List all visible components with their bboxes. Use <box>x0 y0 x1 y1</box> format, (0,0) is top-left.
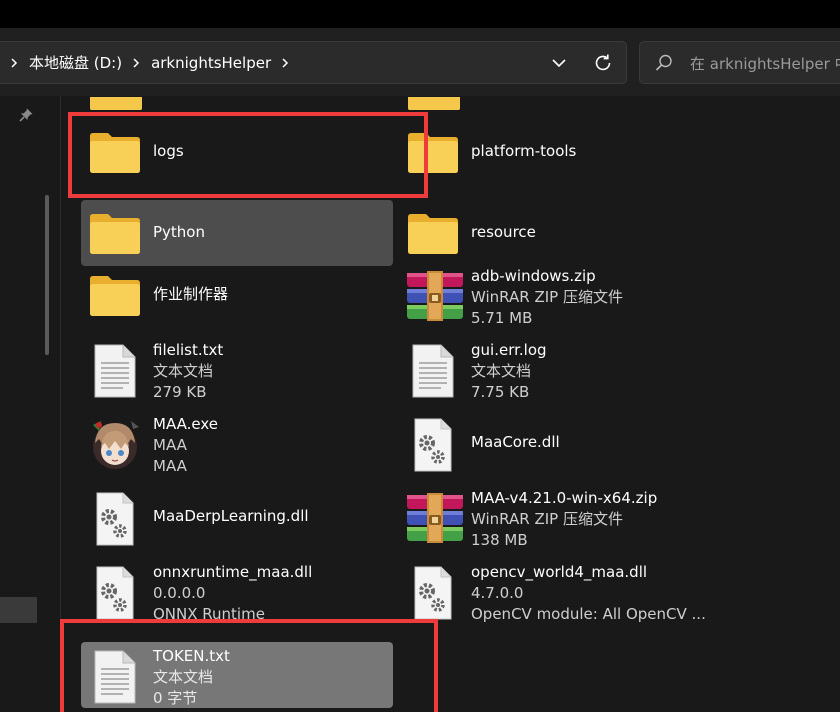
file-name: opencv_world4_maa.dll <box>471 563 648 581</box>
window-top-strip <box>0 0 840 28</box>
file-detail: OpenCV module: All OpenCV ... <box>471 605 706 623</box>
file-item[interactable]: platform-tools <box>399 119 711 185</box>
dll-settings-icon <box>405 417 461 472</box>
file-type: 4.7.0.0 <box>471 584 524 602</box>
file-name: MaaCore.dll <box>471 433 560 451</box>
file-item-text: adb-windows.zip WinRAR ZIP 压缩文件 5.71 MB <box>471 266 623 329</box>
file-item[interactable]: gui.err.log 文本文档 7.75 KB <box>399 336 711 402</box>
breadcrumb-segment-drive[interactable]: 本地磁盘 (D:) <box>29 52 122 73</box>
dll-settings-icon <box>87 565 143 620</box>
breadcrumb-segment-folder[interactable]: arknightsHelper <box>151 54 271 72</box>
file-item[interactable]: 作业制作器 <box>81 262 393 328</box>
file-item-text: MaaCore.dll <box>471 432 560 453</box>
file-type: 文本文档 <box>153 362 214 380</box>
file-item[interactable]: onnxruntime_maa.dll 0.0.0.0 ONNX Runtime <box>81 558 393 624</box>
search-placeholder: 在 arknightsHelper 中搜索 <box>690 55 840 73</box>
file-name: 作业制作器 <box>153 285 229 303</box>
search-icon <box>654 53 674 73</box>
file-name: Python <box>153 223 205 241</box>
file-detail: ONNX Runtime <box>153 605 265 623</box>
file-name: platform-tools <box>471 142 577 160</box>
winrar-archive-icon <box>405 269 463 321</box>
file-detail: 7.75 KB <box>471 383 530 401</box>
file-detail: 138 MB <box>471 531 528 549</box>
file-name: MaaDerpLearning.dll <box>153 507 309 525</box>
file-item[interactable]: MAA.exe MAA MAA <box>81 410 393 476</box>
navigation-scrollbar[interactable] <box>45 195 49 355</box>
file-item[interactable]: MaaCore.dll <box>399 410 711 476</box>
file-name: onnxruntime_maa.dll <box>153 563 313 581</box>
file-item-text: filelist.txt 文本文档 279 KB <box>153 340 223 403</box>
file-item-text: opencv_world4_maa.dll 4.7.0.0 OpenCV modul… <box>471 562 706 625</box>
file-item[interactable]: logs <box>81 119 393 185</box>
file-item-text: TOKEN.txt 文本文档 0 字节 <box>153 646 230 709</box>
file-item[interactable]: MAA-v4.21.0-win-x64.zip WinRAR ZIP 压缩文件 13… <box>399 484 711 550</box>
file-item-text: gui.err.log 文本文档 7.75 KB <box>471 340 547 403</box>
address-bar[interactable]: 本地磁盘 (D:) arknightsHelper <box>0 41 627 84</box>
file-name: resource <box>471 223 536 241</box>
file-type: 文本文档 <box>153 668 214 686</box>
file-type: MAA <box>153 436 187 454</box>
file-item-text: 作业制作器 <box>153 284 228 305</box>
file-item-text: onnxruntime_maa.dll 0.0.0.0 ONNX Runtime <box>153 562 312 625</box>
folder-icon <box>87 269 143 321</box>
file-detail: MAA <box>153 457 187 475</box>
text-document-icon <box>87 343 143 398</box>
file-type: WinRAR ZIP 压缩文件 <box>471 510 623 528</box>
file-item-text: Python <box>153 222 205 243</box>
file-detail: 0 字节 <box>153 689 198 707</box>
file-type: 0.0.0.0 <box>153 584 206 602</box>
file-name: adb-windows.zip <box>471 267 596 285</box>
file-item[interactable]: Python <box>81 200 393 266</box>
file-detail: 279 KB <box>153 383 207 401</box>
file-type: 文本文档 <box>471 362 532 380</box>
folder-icon <box>405 126 461 178</box>
breadcrumb: 本地磁盘 (D:) arknightsHelper <box>0 42 300 83</box>
file-detail: 5.71 MB <box>471 309 533 327</box>
chevron-right-icon[interactable] <box>280 57 290 68</box>
refresh-icon[interactable] <box>592 52 614 74</box>
folder-icon <box>87 126 143 178</box>
file-name: MAA-v4.21.0-win-x64.zip <box>471 489 658 507</box>
file-name: logs <box>153 142 184 160</box>
file-type: WinRAR ZIP 压缩文件 <box>471 288 623 306</box>
winrar-archive-icon <box>405 491 463 543</box>
maa-app-icon <box>87 417 143 469</box>
chevron-down-icon[interactable] <box>548 53 570 73</box>
file-item[interactable]: adb-windows.zip WinRAR ZIP 压缩文件 5.71 MB <box>399 262 711 328</box>
pin-icon[interactable] <box>18 107 34 123</box>
file-item-text: resource <box>471 222 536 243</box>
file-item[interactable]: MaaDerpLearning.dll <box>81 484 393 550</box>
file-name: MAA.exe <box>153 415 218 433</box>
file-item[interactable]: resource <box>399 200 711 266</box>
file-item-text: MaaDerpLearning.dll <box>153 506 309 527</box>
chevron-right-icon[interactable] <box>9 57 19 68</box>
folder-icon <box>405 207 461 259</box>
file-name: gui.err.log <box>471 341 547 359</box>
folder-icon[interactable] <box>408 96 460 110</box>
file-name: filelist.txt <box>153 341 224 359</box>
file-item-text: MAA.exe MAA MAA <box>153 414 218 477</box>
folder-icon[interactable] <box>90 96 142 110</box>
file-item[interactable]: filelist.txt 文本文档 279 KB <box>81 336 393 402</box>
file-item[interactable]: opencv_world4_maa.dll 4.7.0.0 OpenCV modul… <box>399 558 711 624</box>
dll-settings-icon <box>405 565 461 620</box>
navigation-selected-item[interactable] <box>0 597 37 623</box>
search-input[interactable]: 在 arknightsHelper 中搜索 <box>639 41 840 84</box>
text-document-icon <box>87 649 143 704</box>
folder-icon <box>87 207 143 259</box>
file-item-text: logs <box>153 141 184 162</box>
file-item-text: platform-tools <box>471 141 576 162</box>
file-item-text: MAA-v4.21.0-win-x64.zip WinRAR ZIP 压缩文件 13… <box>471 488 657 551</box>
dll-settings-icon <box>87 491 143 546</box>
file-name: TOKEN.txt <box>153 647 230 665</box>
text-document-icon <box>405 343 461 398</box>
file-item[interactable]: TOKEN.txt 文本文档 0 字节 <box>81 642 393 708</box>
chevron-right-icon[interactable] <box>131 57 141 68</box>
